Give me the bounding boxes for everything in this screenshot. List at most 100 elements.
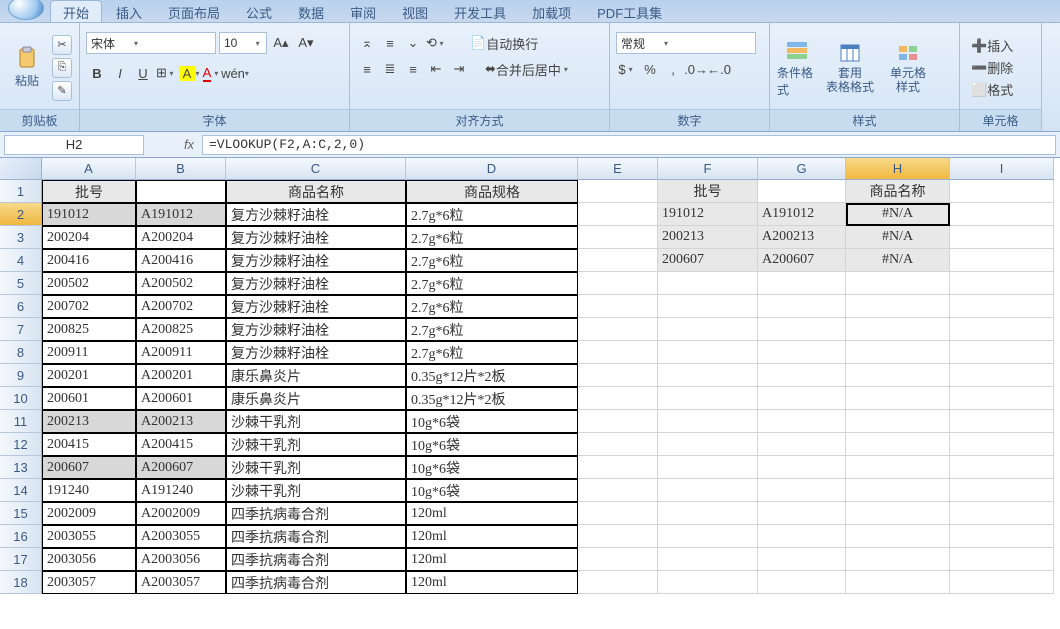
paste-button[interactable]: 粘贴 (6, 33, 48, 103)
cell-D10[interactable]: 0.35g*12片*2板 (406, 387, 578, 410)
cell-C16[interactable]: 四季抗病毒合剂 (226, 525, 406, 548)
cell-I2[interactable] (950, 203, 1054, 226)
cell-styles-button[interactable]: 单元格 样式 (882, 33, 934, 103)
cell-A2[interactable]: 191012 (42, 203, 136, 226)
cell-B3[interactable]: A200204 (136, 226, 226, 249)
col-header-D[interactable]: D (406, 158, 578, 180)
cell-A11[interactable]: 200213 (42, 410, 136, 433)
col-header-A[interactable]: A (42, 158, 136, 180)
align-top-button[interactable]: ⌅ (356, 32, 378, 54)
cell-G10[interactable] (758, 387, 846, 410)
cell-E11[interactable] (578, 410, 658, 433)
cell-B15[interactable]: A2002009 (136, 502, 226, 525)
cell-A6[interactable]: 200702 (42, 295, 136, 318)
tab-页面布局[interactable]: 页面布局 (156, 1, 232, 22)
increase-decimal-button[interactable]: .0→ (685, 58, 707, 80)
cell-F13[interactable] (658, 456, 758, 479)
cell-E17[interactable] (578, 548, 658, 571)
cell-A12[interactable]: 200415 (42, 433, 136, 456)
cell-G1[interactable] (758, 180, 846, 203)
cell-D4[interactable]: 2.7g*6粒 (406, 249, 578, 272)
cell-C11[interactable]: 沙棘干乳剂 (226, 410, 406, 433)
bold-button[interactable]: B (86, 62, 108, 84)
cell-E1[interactable] (578, 180, 658, 203)
cell-A7[interactable]: 200825 (42, 318, 136, 341)
cell-C5[interactable]: 复方沙棘籽油栓 (226, 272, 406, 295)
cell-G15[interactable] (758, 502, 846, 525)
underline-button[interactable]: U (132, 62, 154, 84)
percent-button[interactable]: % (639, 58, 661, 80)
font-name-select[interactable]: 宋体▾ (86, 32, 216, 54)
cell-H4[interactable]: #N/A (846, 249, 950, 272)
cell-D17[interactable]: 120ml (406, 548, 578, 571)
formula-input[interactable]: =VLOOKUP(F2,A:C,2,0) (202, 135, 1056, 155)
cell-C8[interactable]: 复方沙棘籽油栓 (226, 341, 406, 364)
cell-B16[interactable]: A2003055 (136, 525, 226, 548)
cell-H7[interactable] (846, 318, 950, 341)
comma-button[interactable]: , (662, 58, 684, 80)
cell-A4[interactable]: 200416 (42, 249, 136, 272)
cell-G14[interactable] (758, 479, 846, 502)
tab-数据[interactable]: 数据 (286, 1, 336, 22)
row-header-18[interactable]: 18 (0, 571, 42, 594)
cell-D12[interactable]: 10g*6袋 (406, 433, 578, 456)
cell-C2[interactable]: 复方沙棘籽油栓 (226, 203, 406, 226)
cell-G8[interactable] (758, 341, 846, 364)
cell-I17[interactable] (950, 548, 1054, 571)
cell-G13[interactable] (758, 456, 846, 479)
align-left-button[interactable]: ≡ (356, 58, 378, 80)
cell-C6[interactable]: 复方沙棘籽油栓 (226, 295, 406, 318)
cell-H2[interactable]: #N/A (846, 203, 950, 226)
cell-F12[interactable] (658, 433, 758, 456)
cell-H10[interactable] (846, 387, 950, 410)
font-color-button[interactable]: A▾ (201, 62, 223, 84)
cell-E18[interactable] (578, 571, 658, 594)
cell-H12[interactable] (846, 433, 950, 456)
cell-A13[interactable]: 200607 (42, 456, 136, 479)
cell-C10[interactable]: 康乐鼻炎片 (226, 387, 406, 410)
tab-插入[interactable]: 插入 (104, 1, 154, 22)
name-box[interactable]: H2 (4, 135, 144, 155)
cell-C13[interactable]: 沙棘干乳剂 (226, 456, 406, 479)
increase-font-button[interactable]: A▴ (270, 32, 292, 54)
cell-I1[interactable] (950, 180, 1054, 203)
cell-D5[interactable]: 2.7g*6粒 (406, 272, 578, 295)
cell-F10[interactable] (658, 387, 758, 410)
orientation-button[interactable]: ⟲▾ (425, 32, 447, 54)
cell-G3[interactable]: A200213 (758, 226, 846, 249)
cell-G16[interactable] (758, 525, 846, 548)
cell-A14[interactable]: 191240 (42, 479, 136, 502)
cell-E5[interactable] (578, 272, 658, 295)
cell-A1[interactable]: 批号 (42, 180, 136, 203)
cell-F3[interactable]: 200213 (658, 226, 758, 249)
row-header-12[interactable]: 12 (0, 433, 42, 456)
delete-cells-button[interactable]: ➖ 删除 (966, 58, 1018, 78)
align-center-button[interactable]: ≣ (379, 58, 401, 80)
col-header-E[interactable]: E (578, 158, 658, 180)
number-format-select[interactable]: 常规▾ (616, 32, 756, 54)
office-button[interactable] (8, 0, 44, 20)
cell-E3[interactable] (578, 226, 658, 249)
row-header-2[interactable]: 2 (0, 203, 42, 226)
cell-C3[interactable]: 复方沙棘籽油栓 (226, 226, 406, 249)
cell-F17[interactable] (658, 548, 758, 571)
cell-A10[interactable]: 200601 (42, 387, 136, 410)
cell-A3[interactable]: 200204 (42, 226, 136, 249)
row-header-16[interactable]: 16 (0, 525, 42, 548)
row-header-9[interactable]: 9 (0, 364, 42, 387)
cell-A8[interactable]: 200911 (42, 341, 136, 364)
cell-H13[interactable] (846, 456, 950, 479)
cell-F15[interactable] (658, 502, 758, 525)
cell-F5[interactable] (658, 272, 758, 295)
cell-C15[interactable]: 四季抗病毒合剂 (226, 502, 406, 525)
cell-D9[interactable]: 0.35g*12片*2板 (406, 364, 578, 387)
col-header-I[interactable]: I (950, 158, 1054, 180)
cell-H16[interactable] (846, 525, 950, 548)
fx-icon[interactable]: fx (178, 137, 200, 152)
cell-F1[interactable]: 批号 (658, 180, 758, 203)
copy-button[interactable]: ⎘ (52, 58, 72, 78)
cell-G7[interactable] (758, 318, 846, 341)
cell-D18[interactable]: 120ml (406, 571, 578, 594)
cell-I7[interactable] (950, 318, 1054, 341)
tab-视图[interactable]: 视图 (390, 1, 440, 22)
